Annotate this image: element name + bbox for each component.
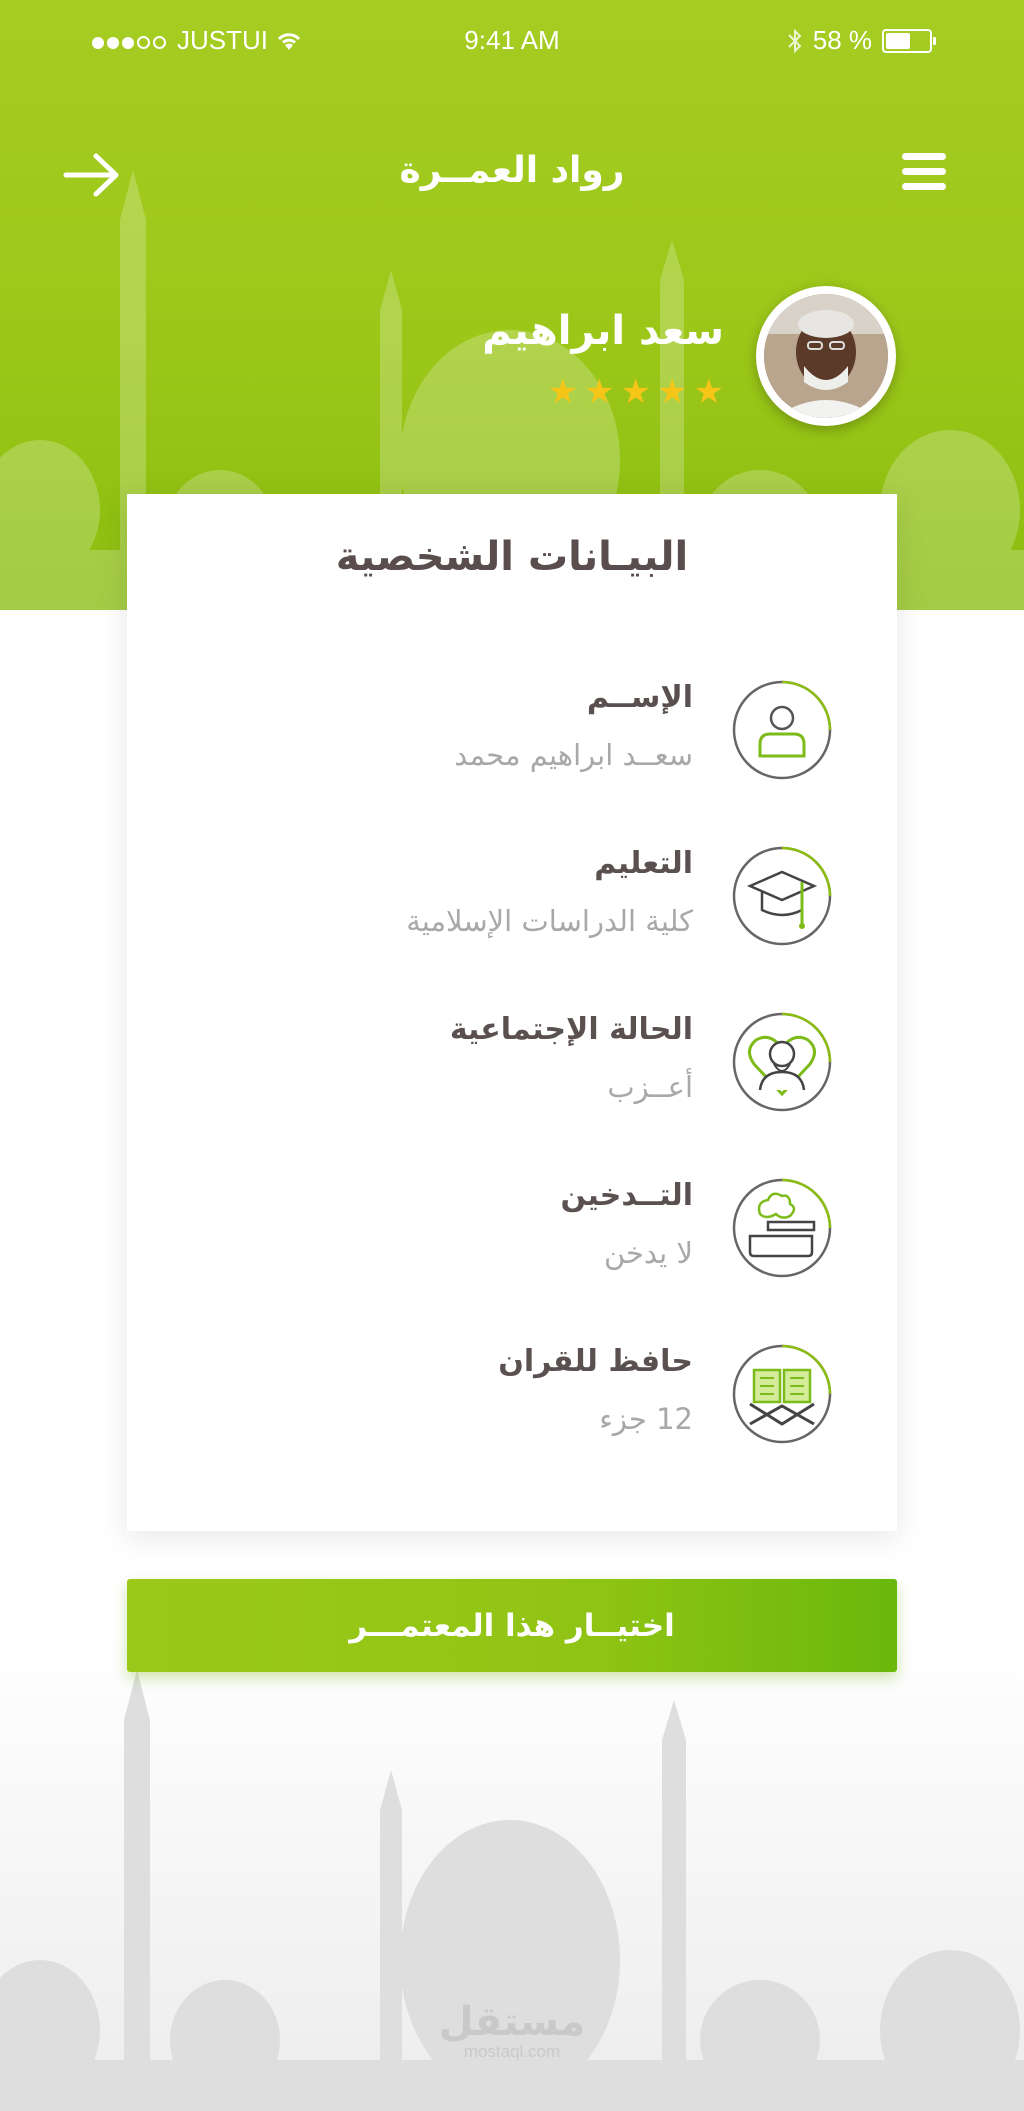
star-icon: ★ xyxy=(657,372,688,412)
info-value: سعــد ابراهيم محمد xyxy=(454,738,693,772)
info-value: 12 جزء xyxy=(599,1402,693,1436)
info-label: التــدخين xyxy=(560,1178,694,1213)
info-row-name: الإســم سعــد ابراهيم محمد xyxy=(127,680,897,800)
info-label: الإســم xyxy=(586,680,693,715)
info-row-quran: حافظ للقران 12 جزء xyxy=(127,1344,897,1464)
avatar[interactable] xyxy=(756,286,896,426)
bluetooth-icon xyxy=(788,28,802,53)
hamburger-menu-icon[interactable] xyxy=(902,153,946,197)
info-value: كلية الدراسات الإسلامية xyxy=(406,904,693,938)
quran-book-icon xyxy=(732,1344,832,1444)
select-pilgrim-button[interactable]: اختيــار هذا المعتمـــر xyxy=(127,1579,897,1672)
man-heart-icon xyxy=(732,1012,832,1112)
info-row-marital-status: الحالة الإجتماعية أعــزب xyxy=(127,1012,897,1132)
personal-info-card: البيـانات الشخصية الإســم سعــد ابراهيم … xyxy=(127,494,897,1531)
watermark-latin: mostaql.com xyxy=(463,2042,561,2061)
info-label: حافظ للقران xyxy=(498,1344,693,1379)
watermark-logo: مستقل mostaql.com xyxy=(0,2002,1024,2062)
info-label: الحالة الإجتماعية xyxy=(449,1012,693,1047)
info-value: أعــزب xyxy=(607,1070,693,1104)
page-title: رواد العمــرة xyxy=(399,150,625,191)
info-value: لا يدخن xyxy=(603,1236,693,1270)
star-icon: ★ xyxy=(584,372,615,412)
star-icon: ★ xyxy=(547,372,579,412)
status-right: 58 % xyxy=(787,25,936,56)
rating-stars: ★ ★ ★ ★ ★ xyxy=(548,375,724,409)
card-title: البيـانات الشخصية xyxy=(335,534,689,580)
graduation-cap-icon xyxy=(732,846,832,946)
status-bar: JUSTUI 9:41 AM 58 % xyxy=(0,0,1024,80)
info-label: التعليم xyxy=(594,846,693,881)
star-icon: ★ xyxy=(620,372,652,412)
avatar-photo xyxy=(764,294,888,418)
info-row-smoking: التــدخين لا يدخن xyxy=(127,1178,897,1298)
profile-name: سعد ابراهيم xyxy=(482,308,724,354)
star-icon: ★ xyxy=(693,372,724,412)
battery-percent: 58 % xyxy=(812,25,872,55)
info-row-education: التعليم كلية الدراسات الإسلامية xyxy=(127,846,897,966)
watermark-arabic: مستقل xyxy=(438,1999,586,2045)
battery-icon xyxy=(882,28,936,53)
person-icon xyxy=(732,680,832,780)
cigarette-icon xyxy=(732,1178,832,1278)
